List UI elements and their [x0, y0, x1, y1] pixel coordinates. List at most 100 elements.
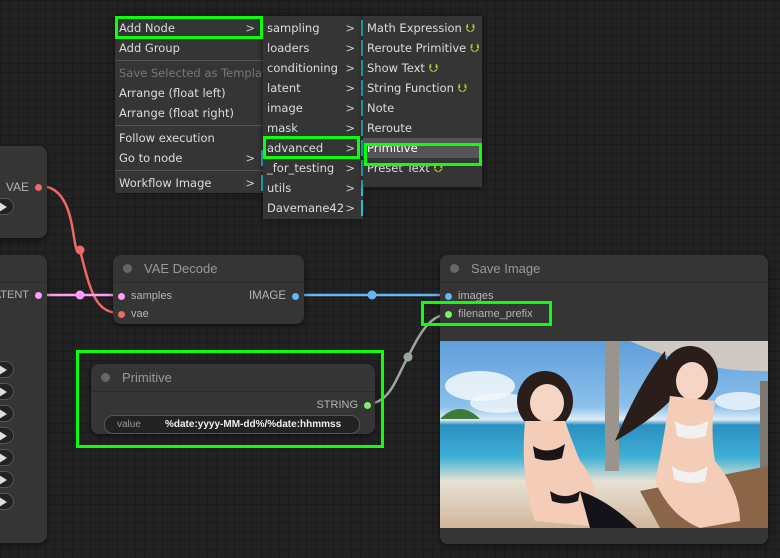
menu-item-label: String Function — [367, 81, 454, 95]
chevron-right-icon: > — [245, 151, 255, 165]
output-vae[interactable]: VAE — [6, 180, 42, 194]
node-vae-decode[interactable]: VAE Decode samples vae IMAGE — [113, 255, 304, 324]
menu-item-label: advanced — [267, 141, 324, 155]
link-image-midpoint[interactable] — [367, 290, 377, 300]
menu-item-save-template: Save Selected as Template — [115, 63, 274, 83]
menu-item-arrange-right[interactable]: Arrange (float right) — [115, 103, 263, 123]
input-pin[interactable] — [445, 310, 452, 318]
menu-item-advanced[interactable]: advanced > — [263, 138, 363, 158]
menu-item-label: Add Node — [119, 21, 175, 35]
menu-item-davemane42[interactable]: Davemane42 > — [263, 198, 363, 218]
node-primitive[interactable]: Primitive STRING value %date:yyyy-MM-dd%… — [91, 364, 375, 434]
menu-item-label: Save Selected as Template — [119, 66, 274, 80]
menu-item-primitive[interactable]: Primitive — [363, 138, 482, 158]
node-vae-loader[interactable]: VAE t — [0, 146, 47, 238]
input-pin[interactable] — [118, 310, 125, 318]
chevron-right-icon: > — [345, 61, 355, 75]
menu-item-add-node[interactable]: Add Node > — [115, 18, 263, 38]
arrow-right-icon[interactable] — [0, 474, 7, 485]
widget-3[interactable]: 0 — [0, 427, 14, 444]
widget-6[interactable]: 0 — [0, 493, 14, 510]
input-pin[interactable] — [118, 292, 125, 300]
node-header[interactable]: Save Image — [440, 255, 768, 283]
combo-widget[interactable]: t — [0, 198, 14, 215]
arrow-right-icon[interactable] — [0, 386, 7, 397]
menu-item-workflow-image[interactable]: Workflow Image > — [115, 173, 263, 193]
chevron-right-icon: > — [345, 81, 355, 95]
node-save-image[interactable]: Save Image images filename_prefix — [440, 255, 768, 544]
input-vae[interactable]: vae — [118, 308, 149, 320]
value-input[interactable]: value %date:yyyy-MM-dd%/%date:hhmmss — [104, 415, 360, 434]
menu-item-loaders[interactable]: loaders > — [263, 38, 363, 58]
node-header — [0, 255, 47, 283]
menu-item-sampling[interactable]: sampling > — [263, 18, 363, 38]
input-samples[interactable]: samples — [118, 290, 172, 302]
submenu-indicator — [361, 200, 363, 216]
menu-item-follow-execution[interactable]: Follow execution — [115, 128, 263, 148]
menu-item-reroute[interactable]: Reroute — [363, 118, 482, 138]
arrow-right-icon[interactable] — [0, 430, 7, 441]
menu-item-label: Arrange (float left) — [119, 86, 226, 100]
menu-item-label: Reroute Primitive — [367, 41, 467, 55]
menu-item-utils[interactable]: utils > — [263, 178, 363, 198]
output-latent[interactable]: LATENT — [0, 289, 42, 301]
node-header[interactable]: Primitive — [91, 364, 375, 392]
input-pin[interactable] — [445, 292, 452, 300]
menu-item-reroute-primitive[interactable]: Reroute Primitive ⮋ — [363, 38, 482, 58]
menu-item-math-expression[interactable]: Math Expression ⮋ — [363, 18, 482, 38]
arrow-right-icon[interactable] — [0, 452, 7, 463]
widget-2[interactable]: 0 — [0, 405, 14, 422]
menu-item-arrange-left[interactable]: Arrange (float left) — [115, 83, 263, 103]
output-pin[interactable] — [292, 292, 299, 300]
menu-item-for-testing[interactable]: _for_testing > — [263, 158, 363, 178]
input-label: samples — [131, 290, 172, 302]
menu-item-conditioning[interactable]: conditioning > — [263, 58, 363, 78]
menu-item-preset-text[interactable]: Preset Text ⮋ — [363, 158, 482, 178]
arrow-right-icon[interactable] — [0, 364, 7, 375]
collapse-dot-icon[interactable] — [123, 264, 132, 273]
arrow-right-icon[interactable] — [0, 496, 7, 507]
link-vae-midpoint[interactable] — [75, 245, 85, 255]
widget-4[interactable]: n — [0, 449, 14, 466]
link-latent-midpoint[interactable] — [75, 290, 85, 300]
image-preview[interactable] — [440, 341, 768, 528]
menu-item-note[interactable]: Note — [363, 98, 482, 118]
snake-icon: ⮋ — [433, 161, 443, 175]
menu-item-show-text[interactable]: Show Text ⮋ — [363, 58, 482, 78]
menu-item-image[interactable]: image > — [263, 98, 363, 118]
preview-illustration — [440, 341, 768, 528]
node-sampler[interactable]: LATENT 0 l 0 0 n s 0 — [0, 255, 47, 543]
collapse-dot-icon[interactable] — [450, 264, 459, 273]
menu-item-label: Note — [367, 101, 395, 115]
output-pin[interactable] — [35, 183, 42, 191]
menu-item-string-function[interactable]: String Function ⮋ — [363, 78, 482, 98]
output-string[interactable]: STRING — [316, 399, 371, 411]
chevron-right-icon: > — [345, 181, 355, 195]
output-pin[interactable] — [35, 291, 42, 299]
chevron-right-icon: > — [345, 101, 355, 115]
snake-icon: ⮋ — [465, 21, 475, 35]
widget-0[interactable]: 0 — [0, 361, 14, 378]
input-label: vae — [131, 308, 149, 320]
input-filename-prefix[interactable]: filename_prefix — [445, 308, 533, 320]
output-image[interactable]: IMAGE — [249, 290, 299, 302]
chevron-right-icon: > — [245, 21, 255, 35]
chevron-right-icon: > — [345, 121, 355, 135]
widget-1[interactable]: l — [0, 383, 14, 400]
category-submenu: sampling > loaders > conditioning > latent >… — [263, 16, 363, 219]
collapse-dot-icon[interactable] — [101, 373, 110, 382]
menu-item-label: Go to node — [119, 151, 183, 165]
widget-5[interactable]: s — [0, 471, 14, 488]
chevron-right-icon: > — [345, 141, 355, 155]
menu-item-latent[interactable]: latent > — [263, 78, 363, 98]
output-pin[interactable] — [364, 401, 371, 409]
node-header[interactable]: VAE Decode — [113, 255, 304, 283]
menu-item-go-to-node[interactable]: Go to node > — [115, 148, 263, 168]
arrow-right-icon[interactable] — [0, 201, 7, 212]
menu-item-add-group[interactable]: Add Group — [115, 38, 263, 58]
menu-item-mask[interactable]: mask > — [263, 118, 363, 138]
arrow-right-icon[interactable] — [0, 408, 7, 419]
menu-item-label: mask — [267, 121, 298, 135]
input-images[interactable]: images — [445, 290, 493, 302]
link-string-midpoint[interactable] — [403, 352, 413, 362]
